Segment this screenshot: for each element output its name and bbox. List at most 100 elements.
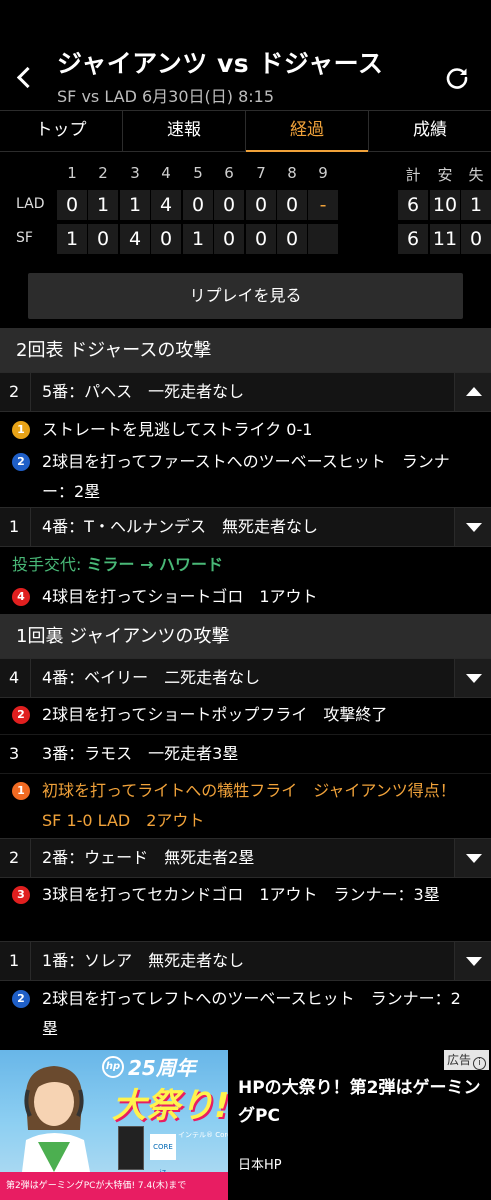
inning-header: 4: [161, 164, 171, 182]
pitch-count-badge: 1: [12, 782, 30, 800]
pitch-count-badge: 4: [12, 588, 30, 606]
collapse-icon[interactable]: [454, 373, 491, 411]
pitch-count-badge: 3: [12, 886, 30, 904]
ad-label-text: 広告: [446, 1053, 471, 1067]
pitch-event: 3 3球目を打ってセカンドゴロ 1アウト ランナー：3塁: [0, 880, 491, 940]
hp-logo: hp: [102, 1056, 124, 1078]
tab-top[interactable]: トップ: [0, 111, 122, 151]
batter-situation: 5番：パヘス 一死走者なし: [42, 382, 245, 401]
batter-row[interactable]: 3 3番：ラモス 一死走者3塁: [0, 734, 491, 774]
divider: [30, 942, 31, 980]
ad-label[interactable]: 広告 i: [443, 1050, 489, 1070]
pitch-count-badge: 2: [12, 453, 30, 471]
expand-icon[interactable]: [454, 508, 491, 546]
batter-order: 1: [9, 517, 20, 536]
expand-icon[interactable]: [454, 839, 491, 877]
total-hits-cell: 10: [430, 190, 460, 220]
divider: [30, 735, 31, 773]
batter-row[interactable]: 1 1番：ソレア 無死走者なし: [0, 941, 491, 981]
tab-progress[interactable]: 経過: [245, 111, 368, 152]
score-cell: 1: [88, 190, 118, 220]
score-cell: 1: [183, 224, 213, 254]
batter-row[interactable]: 1 4番：T・ヘルナンデス 無死走者なし: [0, 507, 491, 547]
ad-advertiser: 日本HP: [238, 1158, 282, 1173]
divider: [30, 373, 31, 411]
pc-tower-icon: [118, 1126, 144, 1170]
pitch-event: 4 4球目を打ってショートゴロ 1アウト: [0, 582, 491, 612]
batter-row[interactable]: 2 2番：ウェード 無死走者2塁: [0, 838, 491, 878]
total-errors-cell: 0: [461, 224, 491, 254]
score-cell: [308, 224, 338, 254]
score-cell: 0: [277, 224, 307, 254]
ad-character-illustration: [22, 1066, 90, 1172]
inning-header: 1: [67, 164, 77, 182]
total-runs-header: 計: [405, 166, 421, 184]
pitch-description: 初球を打ってライトへの犠牲フライ ジャイアンツ得点！ SF 1-0 LAD 2ア…: [42, 781, 456, 830]
tab-live[interactable]: 速報: [122, 111, 245, 151]
score-cell: 0: [151, 224, 181, 254]
score-cell: 0: [246, 190, 276, 220]
pitch-count-badge: 2: [12, 706, 30, 724]
divider: [30, 839, 31, 877]
back-arrow-icon[interactable]: [12, 62, 36, 92]
info-icon[interactable]: i: [473, 1057, 486, 1070]
pitch-count-badge: 1: [12, 421, 30, 439]
batter-row[interactable]: 4 4番：ベイリー 二死走者なし: [0, 658, 491, 698]
score-cell: 0: [214, 190, 244, 220]
inning-header: 3: [130, 164, 140, 182]
ad-strip: 第2弾はゲーミングPCが大特価! 7.4(木)まで: [0, 1172, 228, 1200]
score-cell: 0: [88, 224, 118, 254]
intel-core-badge: CORE i7: [150, 1134, 176, 1172]
app-header: ジャイアンツ vs ドジャース SF vs LAD 6月30日(日) 8:15: [0, 0, 491, 110]
score-cell: 1: [120, 190, 150, 220]
batter-situation: 4番：ベイリー 二死走者なし: [42, 668, 261, 687]
score-cell: -: [308, 190, 338, 220]
game-subtitle: SF vs LAD 6月30日(日) 8:15: [57, 87, 275, 106]
pitch-event: 2 2球目を打ってファーストへのツーベースヒット ランナー：2塁: [0, 447, 491, 507]
divider: [30, 659, 31, 697]
replay-button[interactable]: リプレイを見る: [28, 273, 463, 319]
refresh-icon[interactable]: [444, 65, 470, 91]
total-runs-cell: 6: [398, 190, 428, 220]
pitch-description: 4球目を打ってショートゴロ 1アウト: [42, 587, 318, 606]
divider: [30, 508, 31, 546]
total-errors-cell: 1: [461, 190, 491, 220]
ad-anniversary: 25周年: [128, 1056, 196, 1080]
pitch-event: 1 ストレートを見逃してストライク 0-1: [0, 415, 491, 445]
score-cell: 4: [120, 224, 150, 254]
pitcher-change-label: 投手交代:: [12, 555, 82, 574]
score-cell: 0: [246, 224, 276, 254]
ad-image[interactable]: hp 25周年 大祭り!! CORE i7 インテル® Core™ i7 プロセ…: [0, 1050, 228, 1172]
inning-section-header: 1回裏 ジャイアンツの攻撃: [0, 614, 491, 660]
ad-intel-text: インテル® Core™ i7 プロセッサー 第14世代 搭載: [178, 1131, 228, 1139]
ad-banner[interactable]: hp 25周年 大祭り!! CORE i7 インテル® Core™ i7 プロセ…: [0, 1050, 491, 1200]
total-runs-cell: 6: [398, 224, 428, 254]
score-cell: 4: [151, 190, 181, 220]
scoreboard: 1 2 3 4 5 6 7 8 9 計 安 失 LAD 0 1 1 4 0 0 …: [0, 152, 491, 264]
batter-row[interactable]: 2 5番：パヘス 一死走者なし: [0, 372, 491, 412]
batter-situation: 3番：ラモス 一死走者3塁: [42, 744, 239, 763]
expand-icon[interactable]: [454, 942, 491, 980]
pitch-description: 2球目を打ってファーストへのツーベースヒット ランナー：2塁: [42, 452, 450, 501]
score-cell: 1: [57, 224, 87, 254]
pitch-description: 3球目を打ってセカンドゴロ 1アウト ランナー：3塁: [42, 885, 440, 904]
inning-section-header: 2回表 ドジャースの攻撃: [0, 328, 491, 374]
tab-bar: トップ 速報 経過 成績: [0, 110, 491, 152]
ad-strip-text: 第2弾はゲーミングPCが大特価! 7.4(木)まで: [6, 1181, 187, 1191]
scoring-event: 1 初球を打ってライトへの犠牲フライ ジャイアンツ得点！ SF 1-0 LAD …: [0, 776, 491, 836]
page-title: ジャイアンツ vs ドジャース: [57, 49, 384, 78]
tab-stats[interactable]: 成績: [368, 111, 491, 151]
pitch-description: ストレートを見逃してストライク 0-1: [42, 420, 313, 439]
expand-icon[interactable]: [454, 659, 491, 697]
batter-order: 4: [9, 668, 20, 687]
score-cell: 0: [183, 190, 213, 220]
team-name-away: LAD: [16, 196, 45, 212]
batter-order: 3: [9, 744, 20, 763]
inning-header: 6: [224, 164, 234, 182]
pitch-event: 2 2球目を打ってショートポップフライ 攻撃終了: [0, 700, 491, 730]
pitcher-change-names: ミラー → ハワード: [86, 555, 224, 574]
batter-order: 1: [9, 951, 20, 970]
pitch-event: 2 2球目を打ってレフトへのツーベースヒット ランナー：2塁: [0, 984, 491, 1044]
ad-title[interactable]: HPの大祭り！第2弾はゲーミングPC: [238, 1074, 488, 1130]
total-hits-header: 安: [437, 166, 453, 184]
